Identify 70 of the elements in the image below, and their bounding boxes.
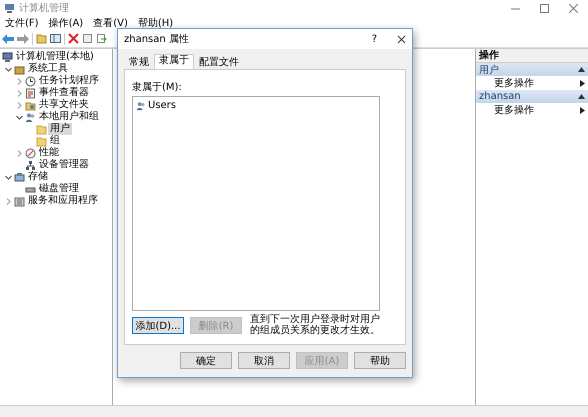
- chevron-right-icon[interactable]: [4, 196, 13, 206]
- dialog-button[interactable]: 取消: [238, 352, 290, 369]
- action-link[interactable]: 更多操作: [494, 76, 534, 90]
- gauge-icon: [25, 148, 36, 158]
- services-icon: [14, 196, 25, 206]
- close-icon[interactable]: [397, 34, 406, 44]
- dialog-button[interactable]: 添加(D)...: [132, 317, 184, 334]
- tree-item[interactable]: 本地用户和组: [37, 111, 101, 123]
- export-icon[interactable]: [96, 33, 107, 44]
- menu-item[interactable]: 操作(A): [48, 16, 84, 30]
- tree-item[interactable]: 设备管理器: [37, 159, 91, 171]
- tab[interactable]: 隶属于: [154, 54, 194, 69]
- delete-icon[interactable]: [68, 33, 79, 44]
- dialog-button[interactable]: 确定: [180, 352, 232, 369]
- chevron-right-icon[interactable]: [15, 100, 24, 110]
- dialog-button[interactable]: 帮助: [354, 352, 406, 369]
- tab[interactable]: 常规: [124, 56, 154, 69]
- tree-item[interactable]: 存储: [26, 171, 50, 183]
- log-icon: [25, 88, 36, 98]
- back-arrow-icon[interactable]: [2, 34, 14, 44]
- tree-item[interactable]: 系统工具: [26, 63, 70, 75]
- tab[interactable]: 配置文件: [194, 56, 244, 69]
- tree-item[interactable]: 性能: [37, 147, 61, 159]
- chevron-down-icon[interactable]: [4, 172, 13, 182]
- folder-icon: [36, 124, 47, 134]
- shared-folder-icon: [25, 100, 36, 110]
- section-title: 用户: [479, 64, 499, 76]
- folder-icon[interactable]: [36, 33, 47, 44]
- section-title: zhansan: [479, 91, 521, 102]
- action-link[interactable]: 更多操作: [494, 103, 534, 117]
- note-text: 直到下一次用户登录时对用户的组成员关系的更改才生效。: [250, 314, 381, 336]
- chevron-down-icon[interactable]: [4, 64, 13, 74]
- window-title: 计算机管理: [19, 2, 70, 15]
- users-icon: [136, 100, 146, 110]
- list-item[interactable]: Users: [148, 100, 176, 111]
- chevron-right-icon[interactable]: [15, 148, 24, 158]
- tree-item[interactable]: 服务和应用程序: [26, 195, 100, 207]
- tree-item[interactable]: 任务计划程序: [37, 75, 101, 87]
- triangle-right-icon[interactable]: [580, 106, 585, 114]
- menu-item[interactable]: 帮助(H): [138, 16, 174, 30]
- triangle-right-icon[interactable]: [580, 80, 585, 86]
- clock-icon: [25, 76, 36, 86]
- tree-item[interactable]: 用户: [48, 123, 72, 135]
- field-label: 隶属于(M):: [132, 80, 183, 94]
- chevron-right-icon[interactable]: [15, 76, 24, 86]
- toolbox-icon: [14, 64, 25, 74]
- panel-icon[interactable]: [50, 33, 61, 44]
- forward-arrow-icon[interactable]: [17, 34, 29, 44]
- chevron-down-icon[interactable]: [15, 112, 24, 122]
- app-icon: [4, 2, 15, 14]
- tree-item[interactable]: 共享文件夹: [37, 99, 91, 111]
- tree-item[interactable]: 计算机管理(本地): [14, 51, 96, 63]
- tree-item[interactable]: 组: [48, 135, 62, 147]
- pane-title: 操作: [476, 49, 588, 63]
- users-icon: [25, 112, 36, 122]
- triangle-up-icon[interactable]: [578, 94, 585, 99]
- chevron-right-icon[interactable]: [15, 88, 24, 98]
- menu-item[interactable]: 查看(V): [93, 16, 128, 30]
- storage-icon: [14, 172, 25, 182]
- tree-item[interactable]: 事件查看器: [37, 87, 91, 99]
- menu-item[interactable]: 文件(F): [5, 16, 39, 30]
- sheet-icon[interactable]: [82, 33, 93, 44]
- help-button[interactable]: ?: [372, 34, 377, 44]
- device-icon: [25, 160, 36, 170]
- triangle-up-icon[interactable]: [578, 67, 585, 72]
- computer-icon: [2, 52, 13, 62]
- maximize-icon[interactable]: [540, 4, 549, 12]
- folder-icon: [36, 136, 47, 146]
- tree-item[interactable]: 磁盘管理: [37, 183, 81, 195]
- dialog-title: zhansan 属性: [124, 32, 190, 46]
